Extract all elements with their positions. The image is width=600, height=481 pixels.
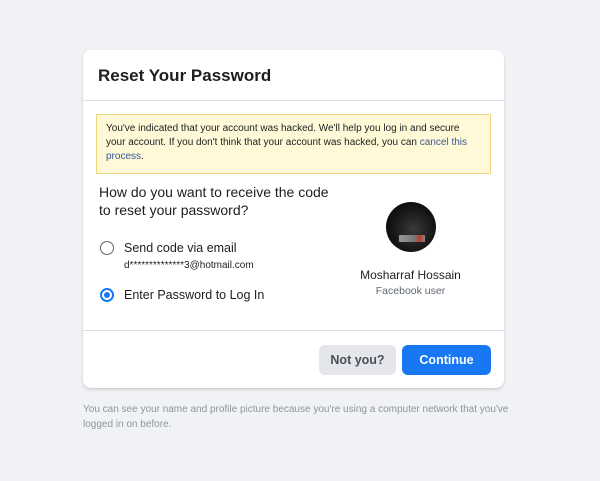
profile-block: Mosharraf Hossain Facebook user bbox=[348, 202, 473, 297]
card-title: Reset Your Password bbox=[98, 66, 272, 85]
email-radio[interactable] bbox=[100, 241, 114, 255]
masked-email: d**************3@hotmail.com bbox=[124, 260, 254, 271]
not-you-button[interactable]: Not you? bbox=[319, 345, 396, 375]
reset-password-card: Reset Your Password You've indicated tha… bbox=[83, 50, 504, 388]
option-enter-password[interactable]: Enter Password to Log In bbox=[100, 287, 264, 303]
avatar-watermark bbox=[398, 235, 425, 242]
continue-button[interactable]: Continue bbox=[402, 345, 491, 375]
alert-text: You've indicated that your account was h… bbox=[106, 123, 460, 148]
header-divider bbox=[83, 100, 504, 101]
profile-subtitle: Facebook user bbox=[375, 285, 446, 297]
footer-note: You can see your name and profile pictur… bbox=[83, 404, 509, 430]
password-radio[interactable] bbox=[100, 288, 114, 302]
footer-divider bbox=[83, 330, 504, 331]
email-option-label: Send code via email bbox=[124, 241, 237, 255]
avatar bbox=[385, 202, 436, 252]
reset-method-question: How do you want to receive the code to r… bbox=[99, 184, 329, 218]
alert-suffix: . bbox=[141, 151, 144, 162]
option-send-code-email[interactable]: Send code via email d**************3@hot… bbox=[100, 240, 254, 271]
password-option-label: Enter Password to Log In bbox=[124, 288, 265, 302]
hacked-warning-alert: You've indicated that your account was h… bbox=[96, 114, 491, 174]
profile-name: Mosharraf Hossain bbox=[360, 268, 461, 282]
